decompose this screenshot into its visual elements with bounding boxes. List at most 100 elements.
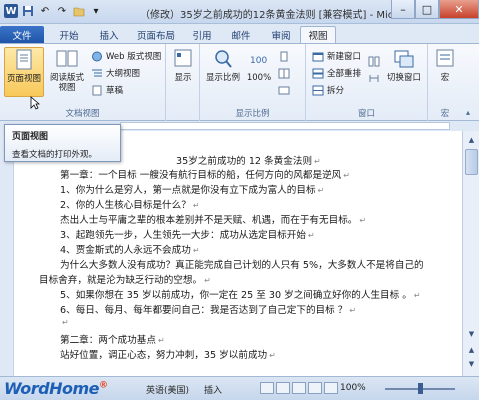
- status-outline-view-icon[interactable]: [308, 382, 322, 394]
- show-button[interactable]: 显示: [166, 47, 200, 97]
- outline-view-button[interactable]: 大纲视图: [91, 66, 140, 80]
- outline-view-label: 大纲视图: [106, 69, 141, 79]
- page-width-button[interactable]: [278, 83, 290, 97]
- web-view-button[interactable]: Web 版式视图: [91, 49, 161, 63]
- collapse-ribbon-icon[interactable]: ▴: [466, 108, 470, 117]
- undo-icon[interactable]: ↶: [38, 4, 52, 18]
- draft-label: 草稿: [106, 86, 124, 96]
- tab-review[interactable]: 审阅: [264, 26, 298, 43]
- scroll-up-icon[interactable]: ▲: [464, 133, 479, 146]
- two-pages-icon: [278, 68, 290, 78]
- side-by-side-icon: [368, 56, 380, 66]
- doc-line[interactable]: 站好位置，调正心态，努力冲刺，35 岁以前成功 ↵: [60, 347, 276, 361]
- next-page-icon[interactable]: ▼: [464, 357, 479, 370]
- status-reading-view-icon[interactable]: [276, 382, 290, 394]
- show-icon: [174, 49, 192, 67]
- ribbon-tabs: 文件 开始 插入 页面布局 引用 邮件 审阅 视图: [0, 24, 479, 43]
- svg-text:100: 100: [250, 56, 267, 66]
- zoom-slider-knob[interactable]: [418, 383, 423, 394]
- customize-icon[interactable]: ▾: [89, 4, 103, 18]
- insert-mode-indicator[interactable]: 插入: [204, 383, 222, 396]
- doc-line[interactable]: 目标舍弃，就是沦为缺乏行动的空想。 ↵: [39, 272, 211, 286]
- show-label: 显示: [174, 73, 192, 83]
- status-bar: WordHome® 英语(美国) 插入 100%: [0, 376, 479, 400]
- zoom-100-button[interactable]: 100 100%: [244, 47, 274, 97]
- macros-group-label: 宏: [440, 109, 450, 119]
- page-view-label: 页面视图: [6, 74, 41, 84]
- close-icon[interactable]: ✕: [439, 0, 479, 19]
- doc-line[interactable]: 为什么大多数人没有成功？真正能完成自己计划的人只有 5%，大多数人不是将自己的: [60, 257, 424, 271]
- reading-view-button[interactable]: 阅读版式视图: [46, 47, 88, 97]
- tab-page-layout[interactable]: 页面布局: [130, 26, 182, 43]
- window-group-label: 窗口: [357, 109, 375, 119]
- doc-line[interactable]: 杰出人士与平庸之辈的根本差别并不是天赋、机遇，而在于有无目标。 ↵: [60, 212, 366, 226]
- outline-view-icon: [92, 69, 102, 76]
- tab-home[interactable]: 开始: [52, 26, 86, 43]
- word-icon[interactable]: W: [4, 4, 18, 18]
- open-icon[interactable]: [72, 4, 86, 18]
- left-margin: [0, 131, 14, 376]
- page-view-button[interactable]: 页面视图: [4, 47, 44, 97]
- arrange-all-button[interactable]: 全部重排: [312, 66, 361, 80]
- maximize-icon[interactable]: □: [415, 0, 439, 19]
- page-view-icon: [16, 49, 32, 70]
- switch-windows-button[interactable]: 切换窗口: [382, 47, 426, 97]
- one-page-button[interactable]: [278, 49, 290, 63]
- previous-page-icon[interactable]: ▲: [464, 343, 479, 356]
- redo-icon[interactable]: ↷: [55, 4, 69, 18]
- macros-label: 宏: [440, 73, 450, 83]
- ruler-track[interactable]: [120, 122, 450, 130]
- status-draft-view-icon[interactable]: [324, 382, 338, 394]
- switch-windows-icon: [394, 50, 414, 68]
- language-indicator[interactable]: 英语(美国): [146, 383, 189, 396]
- doc-line[interactable]: 第一章：一个目标 一艘没有航行目标的船，任何方向的风都是逆风 ↵: [60, 167, 350, 181]
- draft-icon: [92, 85, 102, 95]
- status-page-view-icon[interactable]: [260, 382, 274, 394]
- zoom-level[interactable]: 100%: [340, 383, 366, 393]
- scroll-thumb[interactable]: [465, 149, 478, 175]
- sync-scroll-button[interactable]: [368, 71, 380, 85]
- doc-line[interactable]: 1、你为什么是穷人，第一点就是你没有立下成为富人的目标 ↵: [60, 182, 324, 196]
- macros-button[interactable]: 宏: [428, 47, 462, 97]
- doc-line[interactable]: 第二章：两个成功基点 ↵: [60, 332, 165, 346]
- doc-line[interactable]: 4、贾金斯式的人永远不会成功 ↵: [60, 242, 200, 256]
- vertical-scrollbar[interactable]: ▲ ▼ ▲ ▼: [462, 131, 479, 376]
- status-web-view-icon[interactable]: [292, 382, 306, 394]
- doc-line[interactable]: 3、起跑领先一步，人生领先一大步：成功从选定目标开始 ↵: [60, 227, 315, 241]
- zoom-button[interactable]: 显示比例: [203, 47, 243, 97]
- group-zoom: 显示比例 100 100% 显示比例: [200, 44, 306, 121]
- doc-line[interactable]: 5、如果你想在 35 岁以前成功，你一定在 25 至 30 岁之间确立好你的人生…: [60, 287, 421, 301]
- group-window: 新建窗口 全部重排 拆分 切换窗口 窗口: [306, 44, 428, 121]
- web-view-icon: [92, 51, 102, 61]
- group-macros: 宏 宏: [428, 44, 462, 121]
- doc-line[interactable]: ↵: [60, 317, 69, 328]
- tooltip-description: 查看文档的打印外观。: [12, 150, 98, 160]
- minimize-icon[interactable]: –: [391, 0, 415, 19]
- doc-line[interactable]: 2、你的人生核心目标是什么？ ↵: [60, 197, 200, 211]
- draft-view-button[interactable]: 草稿: [91, 83, 123, 97]
- scroll-down-icon[interactable]: ▼: [464, 327, 479, 340]
- save-icon[interactable]: [21, 4, 35, 18]
- document-area[interactable]: 35岁之前成功的 12 条黄金法则 ↵ 第一章：一个目标 一艘没有航行目标的船，任…: [0, 131, 462, 376]
- reading-view-label: 阅读版式视图: [49, 73, 84, 93]
- window-title: （修改）35岁之前成功的12条黄金法则 [兼容模式] - Microso...: [140, 10, 424, 21]
- tab-insert[interactable]: 插入: [92, 26, 126, 43]
- doc-title[interactable]: 35岁之前成功的 12 条黄金法则 ↵: [176, 153, 321, 167]
- doc-line[interactable]: 6、每日、每月、每年都要问自己：我是否达到了自己定下的目标 ？ ↵: [60, 302, 356, 316]
- quick-access-toolbar: W ↶ ↷ ▾: [4, 4, 103, 18]
- tab-view[interactable]: 视图: [300, 26, 336, 43]
- tab-mailings[interactable]: 邮件: [224, 26, 258, 43]
- tab-file[interactable]: 文件: [0, 26, 44, 43]
- two-pages-button[interactable]: [278, 66, 290, 80]
- document-views-group-label: 文档视图: [65, 109, 100, 119]
- zoom-label: 显示比例: [205, 73, 240, 83]
- tooltip: 页面视图 查看文档的打印外观。: [4, 124, 121, 162]
- view-shortcuts: [260, 382, 338, 394]
- new-window-button[interactable]: 新建窗口: [312, 49, 361, 63]
- tooltip-title: 页面视图: [12, 132, 49, 142]
- view-side-by-side-button[interactable]: [368, 54, 380, 68]
- title-bar: W ↶ ↷ ▾ （修改）35岁之前成功的12条黄金法则 [兼容模式] - Mic…: [0, 0, 479, 24]
- zoom-100-label: 100%: [246, 73, 272, 83]
- tab-references[interactable]: 引用: [186, 26, 218, 43]
- split-button[interactable]: 拆分: [312, 83, 344, 97]
